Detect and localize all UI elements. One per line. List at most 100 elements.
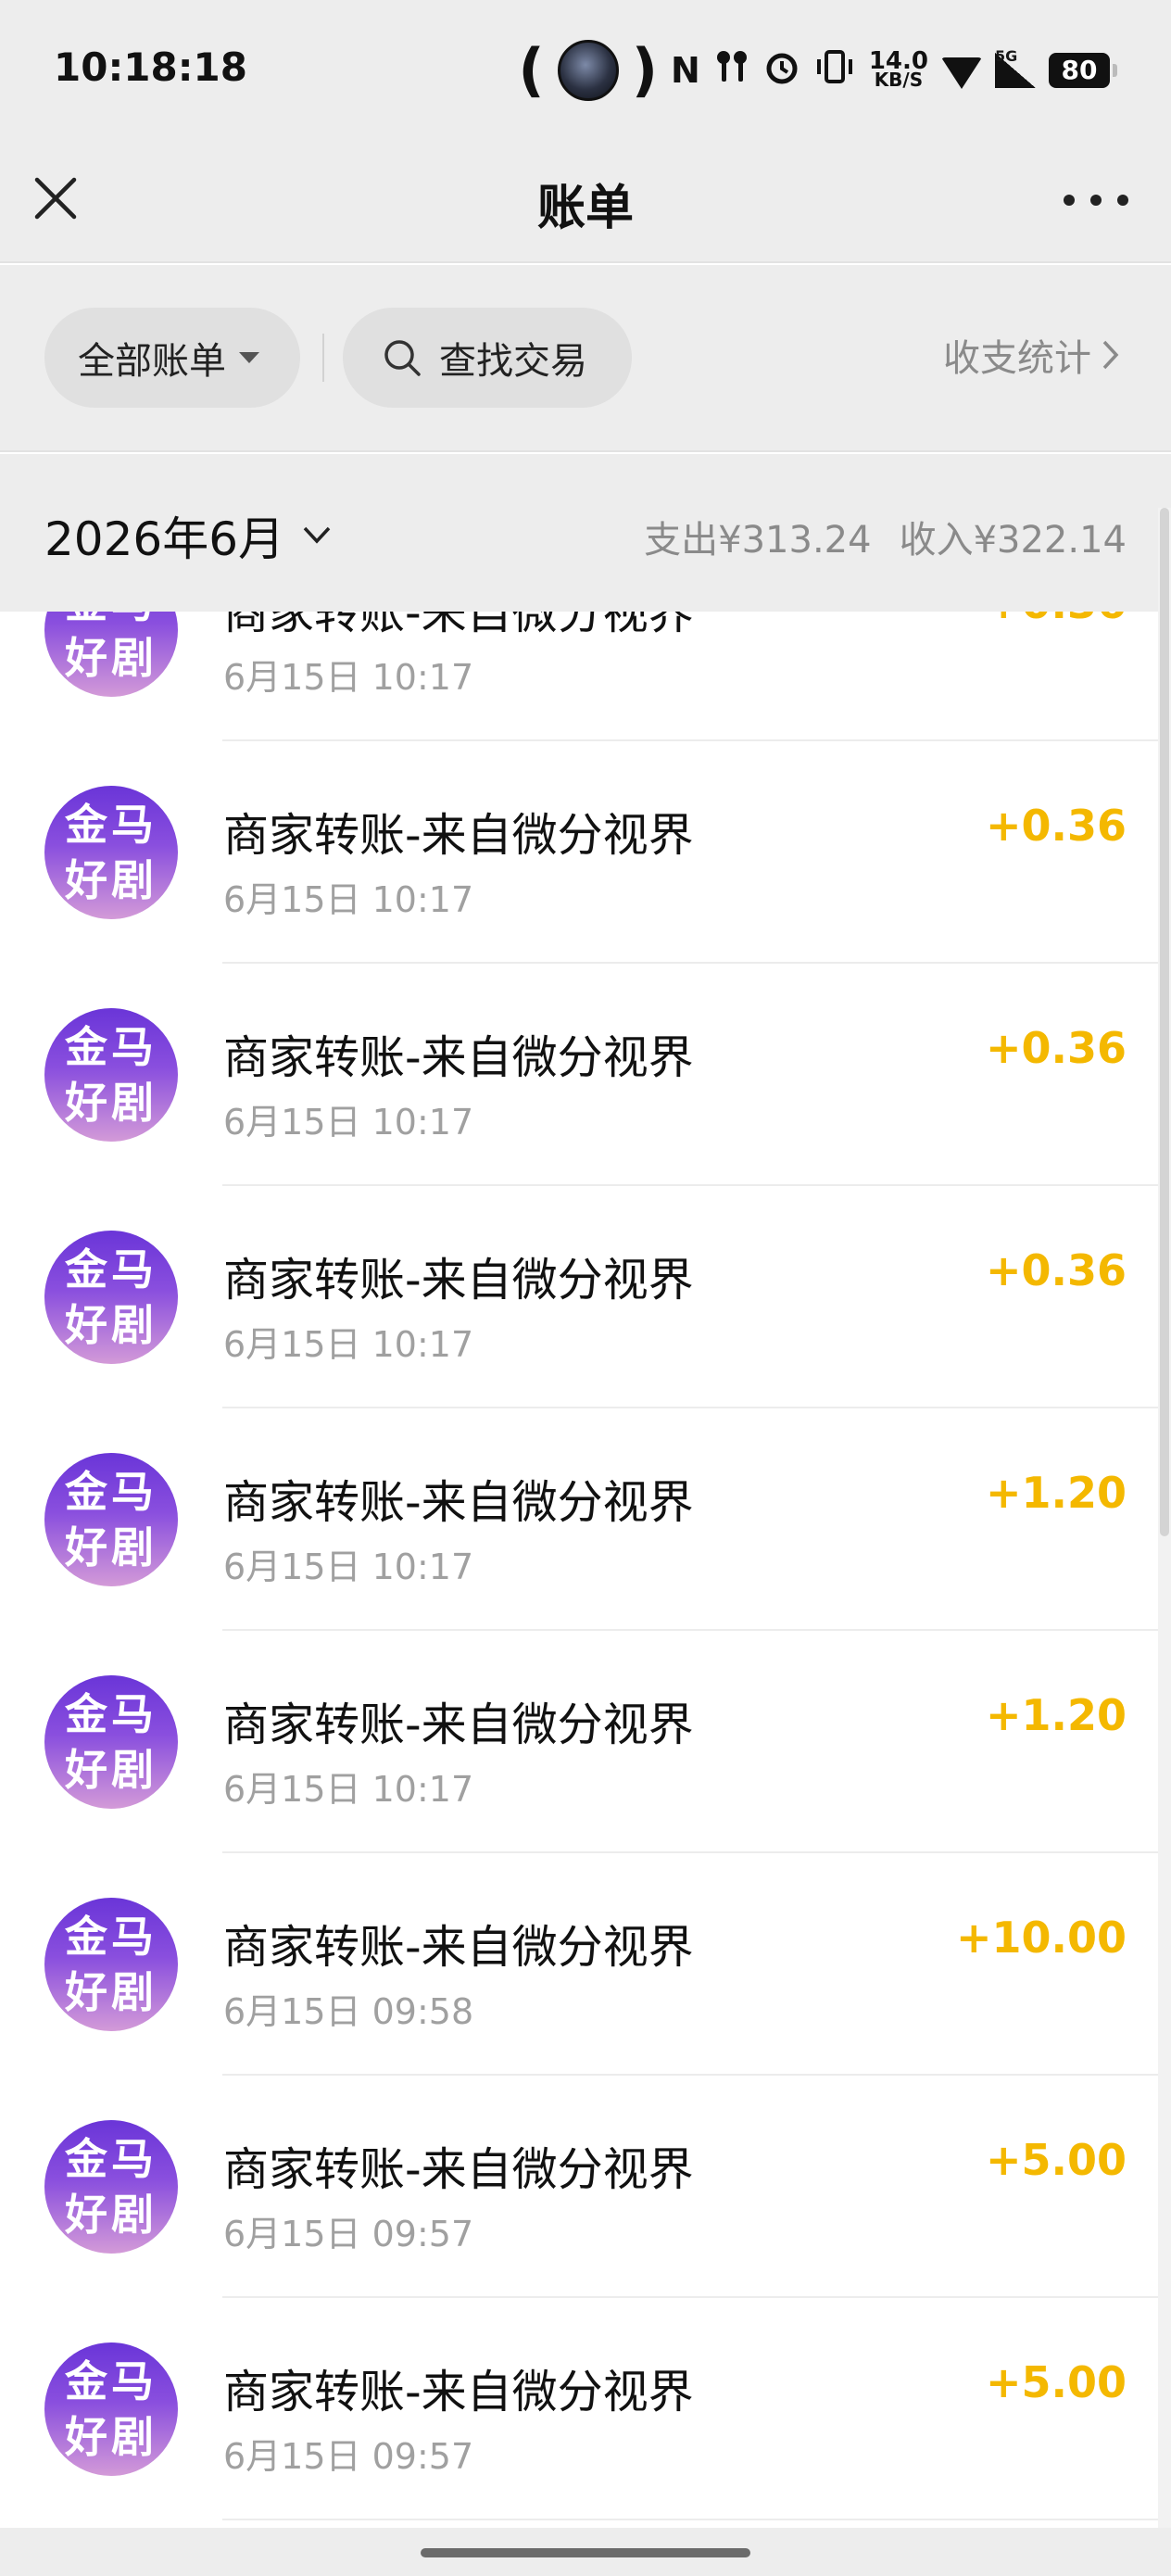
more-icon-dot [1090, 195, 1102, 206]
screen-record-avatar-icon [557, 40, 619, 101]
transaction-title: 商家转账-来自微分视界 [223, 1031, 694, 1084]
transaction-title: 商家转账-来自微分视界 [223, 809, 694, 862]
transaction-title: 商家转账-来自微分视界 [223, 1254, 694, 1307]
nfc-icon: N [671, 50, 700, 91]
alarm-icon [763, 48, 800, 94]
transaction-title: 商家转账-来自微分视界 [223, 2143, 694, 2196]
transaction-title: 商家转账-来自微分视界 [223, 1476, 694, 1529]
transaction-row[interactable]: 金马好剧商家转账-来自微分视界6月15日 10:17+0.36 [0, 964, 1171, 1186]
more-icon-dot [1117, 195, 1128, 206]
month-label: 2026年6月 [44, 512, 285, 566]
recording-bracket-right-icon: ) [631, 36, 659, 104]
avatar-text-line: 好剧 [65, 1300, 157, 1350]
cellular-signal: 5G [995, 47, 1036, 88]
chevron-right-icon [1102, 340, 1119, 370]
wifi-icon [941, 57, 982, 89]
merchant-avatar: 金马好剧 [44, 2120, 178, 2254]
avatar-text-line: 好剧 [65, 855, 157, 905]
month-summary: 支出¥313.24 收入¥322.14 [644, 510, 1127, 563]
merchant-avatar: 金马好剧 [44, 1675, 178, 1809]
filter-bar: 全部账单 查找交易 收支统计 [0, 265, 1171, 452]
network-speed-unit: KB/S [874, 69, 924, 91]
transaction-row[interactable]: 金马 好剧 商家转账-来自微分视界 6月15日 10:17 +1.20 [0, 1631, 1171, 1853]
month-selector[interactable]: 2026年6月 [44, 502, 333, 569]
transaction-row[interactable]: 金马 好剧 商家转账-来自微分视界 6月15日 09:57 +5.00 [0, 2298, 1171, 2520]
merchant-avatar: 金马好剧 [44, 1231, 178, 1364]
avatar-text-line: 好剧 [65, 2190, 157, 2240]
all-bills-label: 全部账单 [78, 340, 226, 383]
merchant-avatar: 金马好剧 [44, 1898, 178, 2031]
transaction-time: 6月15日 09:57 [223, 2214, 474, 2254]
chevron-down-icon [303, 526, 331, 544]
network-speed: 14.0 KB/S [868, 47, 928, 91]
status-time: 10:18:18 [54, 44, 247, 90]
income-total: 收入¥322.14 [899, 519, 1127, 562]
transaction-amount: +1.20 [985, 1468, 1127, 1518]
search-transactions-button[interactable]: 查找交易 [343, 308, 632, 408]
transaction-time: 6月15日 09:57 [223, 2436, 474, 2477]
transaction-row[interactable]: 金马好剧商家转账-来自微分视界6月15日 10:17+0.36 [0, 741, 1171, 964]
page-title: 账单 [536, 181, 634, 236]
avatar-text-line: 金马 [65, 1467, 157, 1517]
network-type-label: 5G [995, 47, 1018, 65]
transaction-time: 6月15日 10:17 [223, 1769, 474, 1810]
avatar-text-line: 好剧 [65, 1522, 157, 1572]
avatar-text-line: 金马 [65, 2356, 157, 2406]
transaction-row[interactable]: 金马 好剧 商家转账-来自微分视界 6月15日 10:17 +1.20 [0, 1408, 1171, 1631]
avatar-text-line: 好剧 [65, 633, 157, 683]
avatar-text-line: 金马 [65, 1244, 157, 1294]
transaction-title: 商家转账-来自微分视界 [223, 1921, 694, 1974]
search-label: 查找交易 [439, 340, 587, 383]
transaction-list[interactable]: 金马好剧商家转账-来自微分视界6月15日 10:17+0.36金马好剧商家转账-… [0, 519, 1171, 2520]
transaction-row[interactable]: 金马好剧商家转账-来自微分视界6月15日 10:17+0.36 [0, 1186, 1171, 1408]
avatar-text-line: 好剧 [65, 1967, 157, 2017]
transaction-amount: +5.00 [985, 2357, 1127, 2407]
avatar-text-line: 金马 [65, 1022, 157, 1072]
merchant-avatar: 金马好剧 [44, 786, 178, 919]
all-bills-dropdown[interactable]: 全部账单 [44, 308, 300, 408]
transaction-amount: +0.36 [985, 1023, 1127, 1073]
transaction-amount: +0.36 [985, 801, 1127, 851]
more-icon-dot [1064, 195, 1075, 206]
avatar-text-line: 金马 [65, 1689, 157, 1739]
avatar-text-line: 金马 [65, 2134, 157, 2184]
status-icons: ( ) N 14.0 KB/S 5G 80 [518, 33, 1117, 107]
gesture-handle[interactable] [421, 2548, 750, 2557]
avatar-text-line: 好剧 [65, 2412, 157, 2462]
transaction-amount: +0.36 [985, 1245, 1127, 1295]
transaction-row[interactable]: 金马 好剧 商家转账-来自微分视界 6月15日 09:57 +5.00 [0, 2076, 1171, 2298]
more-button[interactable] [1064, 182, 1128, 219]
battery-icon: 80 [1049, 53, 1117, 88]
transaction-time: 6月15日 10:17 [223, 1324, 474, 1365]
avatar-text-line: 好剧 [65, 1078, 157, 1128]
status-bar: 10:18:18 ( ) N 14.0 KB/S 5G 80 [0, 0, 1171, 148]
avatar-text-line: 好剧 [65, 1745, 157, 1795]
earbuds-icon [713, 48, 750, 94]
caret-down-icon [239, 352, 259, 363]
transaction-amount: +5.00 [985, 2135, 1127, 2185]
transaction-time: 6月15日 10:17 [223, 657, 474, 698]
search-icon [384, 340, 421, 376]
income-expense-stats-link[interactable]: 收支统计 [943, 328, 1121, 382]
transaction-amount: +1.20 [985, 1690, 1127, 1740]
scrollbar-thumb[interactable] [1160, 508, 1169, 1536]
transaction-title: 商家转账-来自微分视界 [223, 2366, 694, 2418]
recording-bracket-left-icon: ( [518, 36, 545, 104]
divider [322, 334, 324, 382]
avatar-text-line: 金马 [65, 1912, 157, 1962]
network-speed-value: 14.0 [868, 47, 928, 75]
merchant-avatar: 金马好剧 [44, 1008, 178, 1142]
transaction-row[interactable]: 金马 好剧 商家转账-来自微分视界 6月15日 09:58 +10.00 [0, 1853, 1171, 2076]
bottom-gesture-bar [0, 2528, 1171, 2576]
vibrate-icon [813, 48, 856, 94]
avatar-text-line: 金马 [65, 800, 157, 850]
nav-bar: 账单 [0, 148, 1171, 263]
transaction-title: 商家转账-来自微分视界 [223, 1698, 694, 1751]
month-header: 2026年6月 支出¥313.24 收入¥322.14 [0, 454, 1171, 612]
transaction-amount: +10.00 [955, 1913, 1127, 1963]
transaction-time: 6月15日 10:17 [223, 879, 474, 920]
merchant-avatar: 金马好剧 [44, 1453, 178, 1586]
transaction-time: 6月15日 10:17 [223, 1547, 474, 1587]
merchant-avatar: 金马好剧 [44, 2342, 178, 2476]
stats-label: 收支统计 [943, 337, 1091, 380]
